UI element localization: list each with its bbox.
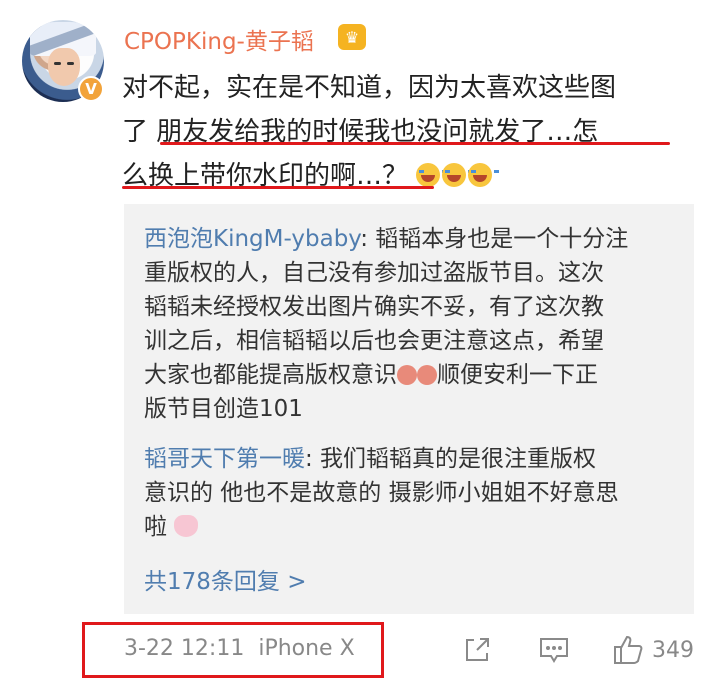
- highlight-underline: [122, 186, 434, 189]
- avatar-face: [48, 48, 80, 86]
- reply-username[interactable]: 西泡泡KingM-ybaby: [144, 226, 360, 252]
- reply-text: 版节目创造101: [144, 396, 303, 422]
- more-replies-link[interactable]: 共178条回复 >: [144, 562, 306, 596]
- post-meta: 3-22 12:11 iPhone X: [124, 636, 355, 661]
- reply-item: 韬哥天下第一暖: 我们韬韬真的是很注重版权 意识的 他也不是故意的 摄影师小姐姐…: [144, 442, 684, 544]
- avatar-eye-right: [67, 62, 74, 65]
- username[interactable]: CPOPKing-黄子韬: [124, 22, 314, 56]
- reply-text: 训之后，相信韬韬以后也会更注意这点，希望: [144, 328, 604, 354]
- reply-text: : 韬韬本身也是一个十分注: [360, 226, 629, 252]
- reply-text: 大家也都能提高版权意识: [144, 362, 397, 388]
- bunny-emoji-icon: [174, 515, 199, 537]
- comment-button[interactable]: [538, 630, 570, 670]
- verified-badge-icon: V: [78, 76, 104, 102]
- timestamp: 3-22 12:11: [124, 636, 245, 661]
- reply-text: : 我们韬韬真的是很注重版权: [305, 446, 597, 472]
- comment-line: 了 朋友发给我的时候我也没问就发了…怎: [122, 117, 599, 147]
- share-button[interactable]: [462, 630, 492, 670]
- crown-icon: ♛: [338, 24, 366, 50]
- reply-item: 西泡泡KingM-ybaby: 韬韬本身也是一个十分注 重版权的人，自己没有参加…: [144, 222, 684, 426]
- heart-eyes-emoji-icon: [417, 365, 437, 385]
- share-icon: [466, 638, 489, 661]
- highlight-underline: [160, 142, 670, 145]
- cry-laugh-emoji-icon: [416, 163, 448, 187]
- comment-line: 么换上带你水印的啊…？: [122, 154, 694, 198]
- cry-laugh-emoji-icon: [468, 163, 500, 187]
- reply-text: 啦: [144, 514, 167, 540]
- reply-text: 韬韬未经授权发出图片确实不妥，有了这次教: [144, 294, 604, 320]
- avatar-eye-left: [54, 62, 61, 65]
- reply-text: 顺便安利一下正: [437, 362, 598, 388]
- like-button[interactable]: 349: [612, 630, 694, 670]
- device-label: iPhone X: [258, 636, 355, 661]
- thumbs-up-icon: [614, 635, 643, 664]
- reply-text: 意识的 他也不是故意的 摄影师小姐姐不好意思: [144, 480, 619, 506]
- comment-icon: [540, 638, 568, 663]
- reply-username[interactable]: 韬哥天下第一暖: [144, 446, 305, 472]
- comment-text: 对不起，实在是不知道，因为太喜欢这些图 了 朋友发给我的时候我也没问就发了…怎 …: [122, 66, 694, 198]
- like-count: 349: [652, 637, 694, 663]
- cry-laugh-emoji-icon: [442, 163, 474, 187]
- comment-line: 对不起，实在是不知道，因为太喜欢这些图: [122, 73, 617, 103]
- heart-eyes-emoji-icon: [397, 365, 417, 385]
- reply-text: 重版权的人，自己没有参加过盗版节目。这次: [144, 260, 604, 286]
